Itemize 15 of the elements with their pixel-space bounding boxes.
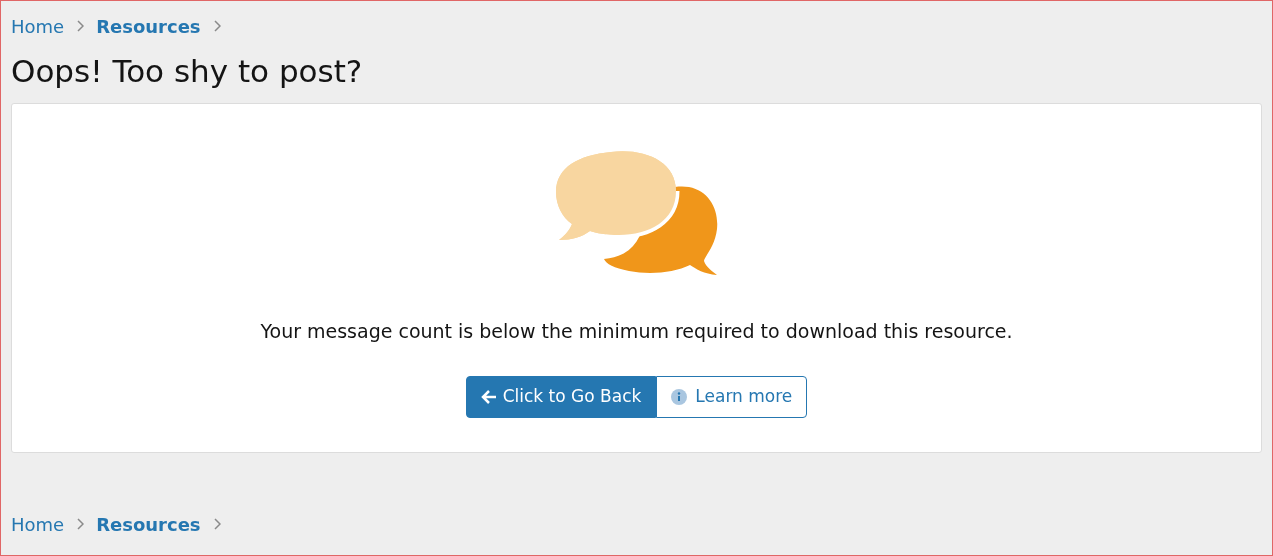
chevron-right-icon bbox=[212, 20, 221, 32]
breadcrumb-link[interactable]: Resources bbox=[96, 12, 201, 40]
breadcrumb-link[interactable]: Resources bbox=[96, 510, 201, 538]
chevron-right-icon bbox=[76, 20, 85, 32]
go-back-button[interactable]: Click to Go Back bbox=[465, 375, 657, 418]
learn-more-button[interactable]: Learn more bbox=[656, 375, 808, 418]
breadcrumb-link[interactable]: Home bbox=[11, 12, 65, 40]
arrow-left-icon bbox=[480, 388, 497, 405]
chevron-right-icon bbox=[212, 518, 221, 530]
chevron-right-icon bbox=[76, 518, 85, 530]
message-text: Your message count is below the minimum required to download this resource. bbox=[260, 319, 1013, 344]
speech-bubbles-icon bbox=[553, 149, 720, 277]
info-icon bbox=[671, 388, 688, 405]
breadcrumb-link[interactable]: Home bbox=[11, 510, 65, 538]
page-title: Oops! Too shy to post? bbox=[11, 52, 363, 91]
